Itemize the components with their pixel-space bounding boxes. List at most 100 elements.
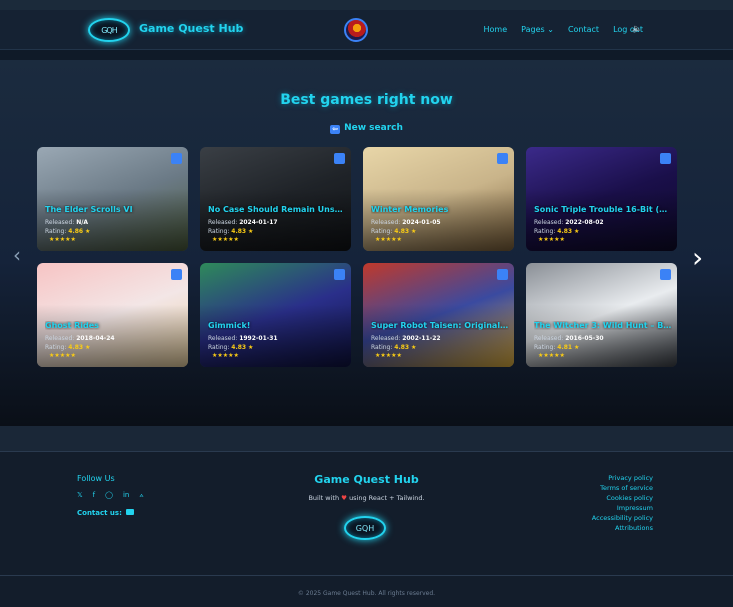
platform-badge-icon — [334, 153, 345, 164]
game-card[interactable]: Super Robot Taisen: Original … Released: … — [363, 263, 514, 367]
release-date: 2024-01-05 — [402, 219, 441, 226]
rating-label: Rating: — [371, 228, 393, 235]
rating-value: 4.83 — [231, 228, 247, 235]
release-date: 1992-01-31 — [239, 335, 278, 342]
rating-label: Rating: — [45, 228, 67, 235]
rating-value: 4.83 — [557, 228, 573, 235]
star-rating: ★★★★★ — [49, 236, 76, 243]
speaker-icon[interactable]: 🔈 — [632, 24, 642, 33]
policy-links: Privacy policy Terms of service Cookies … — [592, 473, 653, 533]
mail-icon — [125, 509, 134, 515]
new-search-link[interactable]: ⇦ New search — [0, 123, 733, 134]
rating-info: Rating: 4.83 ★ — [371, 344, 416, 351]
star-rating: ★★★★★ — [375, 236, 402, 243]
carousel-prev-arrow[interactable]: ‹ — [13, 243, 21, 267]
nav-pages[interactable]: Pages ⌄ — [521, 25, 554, 34]
star-rating: ★★★★★ — [49, 352, 76, 359]
star-icon: ★ — [248, 228, 254, 235]
release-info: Released: 2024-01-17 — [208, 219, 278, 226]
star-rating: ★★★★★ — [375, 352, 402, 359]
platform-badge-icon — [334, 269, 345, 280]
rating-info: Rating: 4.83 ★ — [208, 228, 253, 235]
game-card[interactable]: Ghost Rides Released: 2018-04-24 Rating: 4… — [37, 263, 188, 367]
release-info: Released: 2002-11-22 — [371, 335, 441, 342]
rating-info: Rating: 4.81 ★ — [534, 344, 579, 351]
game-card[interactable]: The Witcher 3: Wild Hunt – Bl… Released: … — [526, 263, 677, 367]
built-prefix: Built with — [308, 494, 340, 502]
built-suffix: using React + Tailwind. — [349, 494, 425, 502]
platform-badge-icon — [171, 269, 182, 280]
rating-info: Rating: 4.83 ★ — [534, 228, 579, 235]
star-icon: ★ — [248, 344, 254, 351]
rating-label: Rating: — [208, 344, 230, 351]
star-icon: ★ — [85, 344, 91, 351]
brand-title[interactable]: Game Quest Hub — [139, 22, 243, 35]
game-card[interactable]: The Elder Scrolls VI Released: N/A Rating:… — [37, 147, 188, 251]
platform-badge-icon — [497, 269, 508, 280]
game-title[interactable]: The Witcher 3: Wild Hunt – Bl… — [534, 321, 672, 330]
game-card[interactable]: Sonic Triple Trouble 16-Bit (N… Released:… — [526, 147, 677, 251]
bottom-bar: © 2025 Game Quest Hub. All rights reserv… — [0, 575, 733, 607]
release-date: 2024-01-17 — [239, 219, 278, 226]
rating-info: Rating: 4.86 ★ — [45, 228, 90, 235]
star-icon: ★ — [574, 344, 580, 351]
rating-value: 4.83 — [394, 344, 410, 351]
footer-spacer — [0, 426, 733, 451]
carousel-next-arrow[interactable]: › — [692, 241, 703, 274]
game-card[interactable]: Gimmick! Released: 1992-01-31 Rating: 4.83… — [200, 263, 351, 367]
logo-text: GQH — [101, 25, 117, 35]
copyright: © 2025 Game Quest Hub. All rights reserv… — [297, 590, 436, 597]
footer: Follow Us 𝕏 f ◯ in ⟑ Contact us: Game Qu… — [0, 451, 733, 575]
game-title[interactable]: Super Robot Taisen: Original … — [371, 321, 509, 330]
rating-label: Rating: — [45, 344, 67, 351]
game-card[interactable]: Winter Memories Released: 2024-01-05 Ratin… — [363, 147, 514, 251]
platform-badge-icon — [171, 153, 182, 164]
rating-value: 4.81 — [557, 344, 573, 351]
rating-info: Rating: 4.83 ★ — [371, 228, 416, 235]
cookies-link[interactable]: Cookies policy — [592, 493, 653, 503]
rating-value: 4.83 — [231, 344, 247, 351]
release-label: Released: — [371, 335, 401, 342]
game-title[interactable]: Gimmick! — [208, 321, 346, 330]
nav-contact[interactable]: Contact — [568, 25, 599, 34]
star-icon: ★ — [85, 228, 91, 235]
rating-value: 4.86 — [68, 228, 84, 235]
game-card[interactable]: No Case Should Remain Unso… Released: 202… — [200, 147, 351, 251]
nav-pages-label: Pages — [521, 25, 545, 34]
rating-value: 4.83 — [394, 228, 410, 235]
nav-home[interactable]: Home — [484, 25, 508, 34]
page-title: Best games right now — [280, 92, 453, 108]
back-icon: ⇦ — [330, 125, 341, 134]
nav-links: Home Pages ⌄ Contact Log out — [484, 25, 643, 34]
rating-info: Rating: 4.83 ★ — [45, 344, 90, 351]
rating-label: Rating: — [208, 228, 230, 235]
footer-logo-text: GQH — [355, 523, 375, 533]
impressum-link[interactable]: Impressum — [592, 503, 653, 513]
heart-icon: ♥ — [341, 494, 347, 502]
game-title[interactable]: Winter Memories — [371, 205, 509, 214]
game-title[interactable]: No Case Should Remain Unso… — [208, 205, 346, 214]
release-date: 2018-04-24 — [76, 335, 115, 342]
rating-value: 4.83 — [68, 344, 84, 351]
game-title[interactable]: Ghost Rides — [45, 321, 183, 330]
privacy-policy-link[interactable]: Privacy policy — [592, 473, 653, 483]
top-strip — [0, 0, 733, 10]
game-title[interactable]: The Elder Scrolls VI — [45, 205, 183, 214]
contact-us[interactable]: Contact us: — [77, 509, 134, 517]
avatar[interactable] — [344, 18, 368, 42]
release-date: 2022-08-02 — [565, 219, 604, 226]
game-title[interactable]: Sonic Triple Trouble 16-Bit (N… — [534, 205, 672, 214]
rating-label: Rating: — [371, 344, 393, 351]
release-label: Released: — [208, 335, 238, 342]
logo[interactable]: GQH — [88, 18, 130, 42]
rating-label: Rating: — [534, 228, 556, 235]
terms-link[interactable]: Terms of service — [592, 483, 653, 493]
release-label: Released: — [371, 219, 401, 226]
platform-badge-icon — [660, 153, 671, 164]
star-rating: ★★★★★ — [212, 236, 239, 243]
star-rating: ★★★★★ — [212, 352, 239, 359]
footer-logo[interactable]: GQH — [344, 516, 386, 540]
accessibility-link[interactable]: Accessibility policy — [592, 513, 653, 523]
attributions-link[interactable]: Attributions — [592, 523, 653, 533]
release-info: Released: 2024-01-05 — [371, 219, 441, 226]
